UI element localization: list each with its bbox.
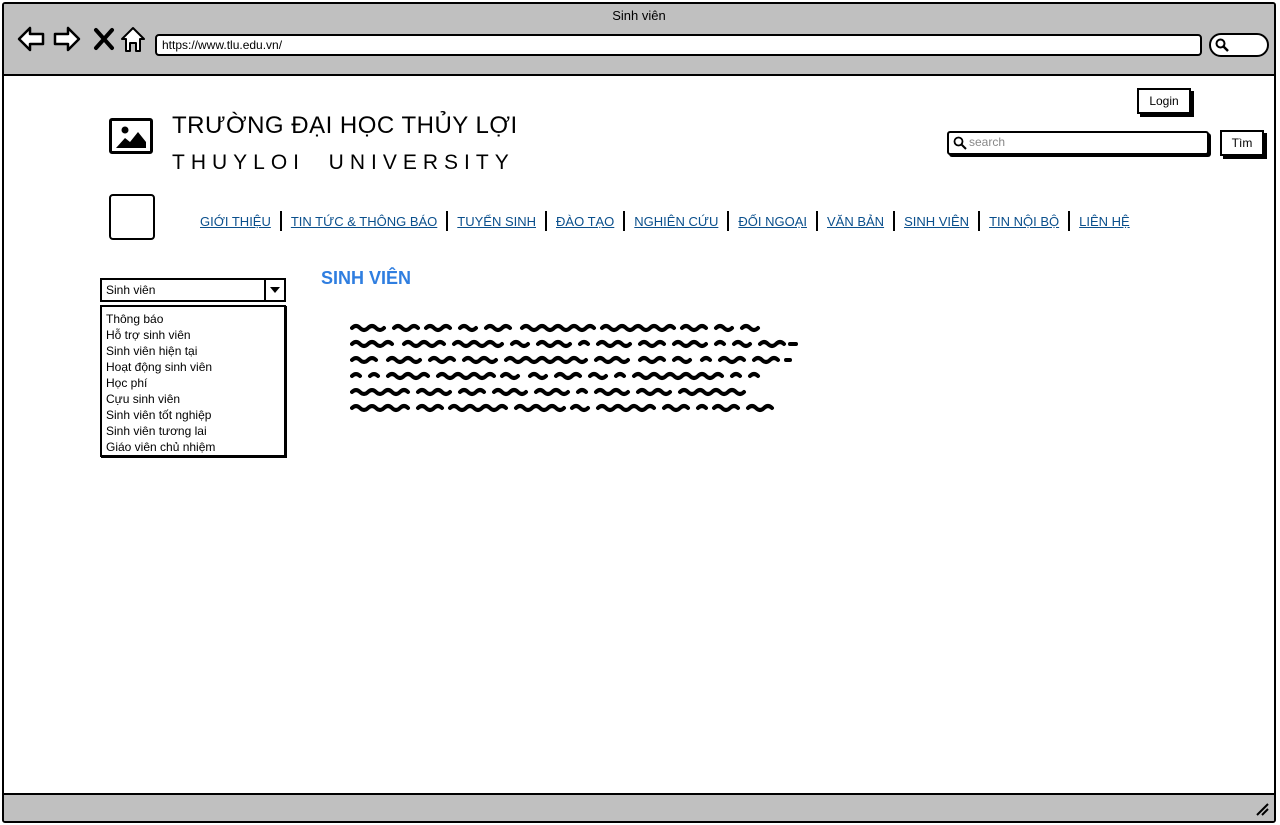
browser-search-field[interactable]: [1209, 33, 1269, 57]
school-name-en: THUYLOI UNIVERSITY: [172, 151, 515, 174]
dropdown-option[interactable]: Giáo viên chủ nhiệm: [102, 439, 284, 455]
login-button[interactable]: Login: [1137, 88, 1191, 114]
logo-image-placeholder: [109, 118, 153, 154]
nav-item-van-ban[interactable]: VĂN BẢN: [827, 214, 884, 229]
nav-separator: [727, 211, 730, 231]
search-icon: [1215, 38, 1229, 52]
nav-separator: [1068, 211, 1071, 231]
dropdown-option[interactable]: Sinh viên hiện tại: [102, 343, 284, 359]
url-bar[interactable]: https://www.tlu.edu.vn/: [155, 34, 1202, 56]
dropdown-option[interactable]: Thông báo: [102, 311, 284, 327]
window-title: Sinh viên: [612, 8, 666, 23]
dropdown-option[interactable]: Sinh viên tốt nghiệp: [102, 407, 284, 423]
select-toggle[interactable]: [264, 280, 284, 300]
search-placeholder: search: [969, 135, 1006, 149]
stop-icon[interactable]: [90, 24, 120, 54]
page-heading: SINH VIÊN: [321, 268, 412, 288]
dropdown-option[interactable]: Cựu sinh viên: [102, 391, 284, 407]
home-icon[interactable]: [118, 24, 148, 54]
nav-separator: [545, 211, 548, 231]
search-button[interactable]: Tìm: [1220, 130, 1264, 156]
nav-separator: [279, 211, 282, 231]
nav-item-doi-ngoai[interactable]: ĐỐI NGOẠI: [738, 214, 807, 229]
nav-item-nghien-cuu[interactable]: NGHIÊN CỨU: [634, 214, 718, 229]
select-value: Sinh viên: [106, 283, 156, 297]
forward-arrow-icon[interactable]: [52, 24, 82, 54]
image-icon: [116, 126, 146, 148]
nav-separator: [978, 211, 981, 231]
nav-separator: [446, 211, 449, 231]
nav-item-gioi-thieu[interactable]: GIỚI THIỆU: [200, 214, 271, 229]
nav-item-sinh-vien[interactable]: SINH VIÊN: [904, 214, 969, 229]
checkbox-placeholder: [109, 194, 155, 240]
chevron-down-icon: [270, 287, 280, 293]
nav-separator: [893, 211, 896, 231]
nav-separator: [623, 211, 626, 231]
resize-handle-icon[interactable]: [1254, 801, 1270, 817]
dropdown-option[interactable]: Học phí: [102, 375, 284, 391]
status-bar: [4, 793, 1274, 821]
back-arrow-icon[interactable]: [16, 24, 46, 54]
school-name-vi: TRƯỜNG ĐẠI HỌC THỦY LỢI: [172, 112, 518, 139]
nav-separator: [815, 211, 818, 231]
placeholder-text-block: [350, 324, 798, 412]
select-dropdown: Thông báo Hỗ trợ sinh viên Sinh viên hiệ…: [100, 305, 286, 457]
nav-item-tin-tuc[interactable]: TIN TỨC & THÔNG BÁO: [291, 214, 437, 229]
browser-window: Sinh viên https://www.tlu.edu.vn/ TRƯỜNG…: [2, 2, 1276, 823]
browser-toolbar: Sinh viên https://www.tlu.edu.vn/: [4, 4, 1274, 76]
dropdown-option[interactable]: Hỗ trợ sinh viên: [102, 327, 284, 343]
dropdown-option[interactable]: Hoạt động sinh viên: [102, 359, 284, 375]
search-icon: [953, 136, 967, 150]
dropdown-option[interactable]: Sinh viên tương lai: [102, 423, 284, 439]
nav-item-tuyen-sinh[interactable]: TUYỂN SINH: [457, 214, 536, 229]
nav-item-lien-he[interactable]: LIÊN HỆ: [1079, 214, 1130, 229]
main-nav: GIỚI THIỆU TIN TỨC & THÔNG BÁO TUYỂN SIN…: [200, 211, 1130, 231]
nav-item-tin-noi-bo[interactable]: TIN NỘI BỘ: [989, 214, 1059, 229]
search-input[interactable]: search: [947, 131, 1209, 155]
nav-item-dao-tao[interactable]: ĐÀO TẠO: [556, 214, 614, 229]
category-select[interactable]: Sinh viên: [100, 278, 286, 302]
